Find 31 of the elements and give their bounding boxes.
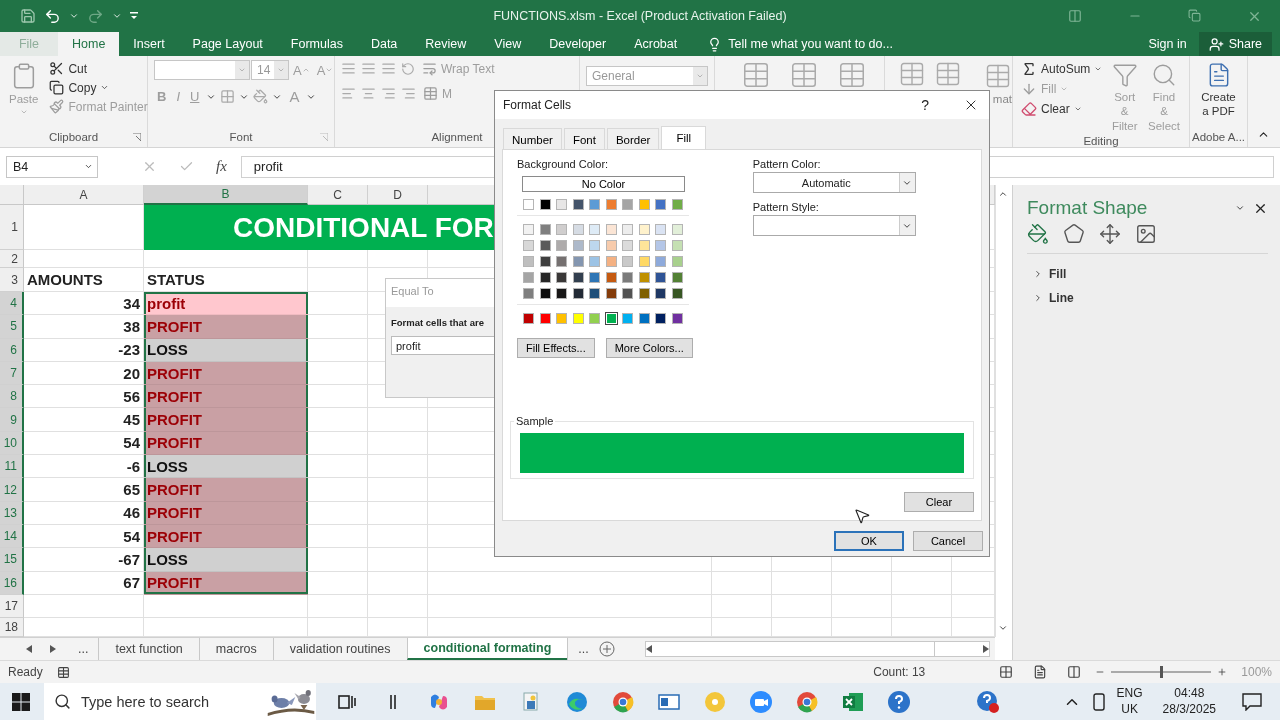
group-label: Font — [229, 131, 253, 143]
field-label: Pattern Style: — [752, 201, 820, 213]
group-label: Clipboard — [48, 131, 99, 143]
zoom-reading: 100% — [1241, 665, 1272, 679]
field-label: Pattern Color: — [752, 158, 822, 170]
table-cell: 20 — [24, 361, 144, 386]
group-label: Editing — [1083, 135, 1119, 148]
group-label: Adobe A... — [1191, 131, 1246, 143]
table-cell: 45 — [24, 408, 144, 432]
dialog-title: Format Cells — [503, 98, 571, 112]
sample-label: Sample — [515, 415, 555, 427]
table-cell: -67 — [24, 548, 144, 572]
table-cell: 38 — [24, 315, 144, 339]
pane-title: Format Shape — [1027, 197, 1148, 219]
table-cell: 65 — [24, 478, 144, 502]
table-cell: 34 — [24, 292, 144, 316]
status-text: Ready — [8, 665, 43, 679]
table-cell: 67 — [24, 571, 144, 595]
table-cell: -23 — [24, 338, 144, 362]
table-cell: 46 — [24, 501, 144, 525]
group-label: Alignment — [431, 131, 483, 143]
table-cell: AMOUNTS — [24, 268, 144, 292]
field-label: Background Color: — [517, 158, 610, 170]
table-cell: -6 — [24, 455, 144, 479]
table-cell: 54 — [24, 431, 144, 456]
dialog-prompt: Format cells that are — [390, 316, 485, 330]
table-cell: STATUS — [144, 268, 308, 292]
status-text: Count: 13 — [873, 665, 926, 679]
table-cell: 54 — [24, 524, 144, 549]
window-title: FUNCTIONS.xlsm - Excel (Product Activation Failed) — [492, 9, 788, 23]
table-cell: 56 — [24, 385, 144, 409]
